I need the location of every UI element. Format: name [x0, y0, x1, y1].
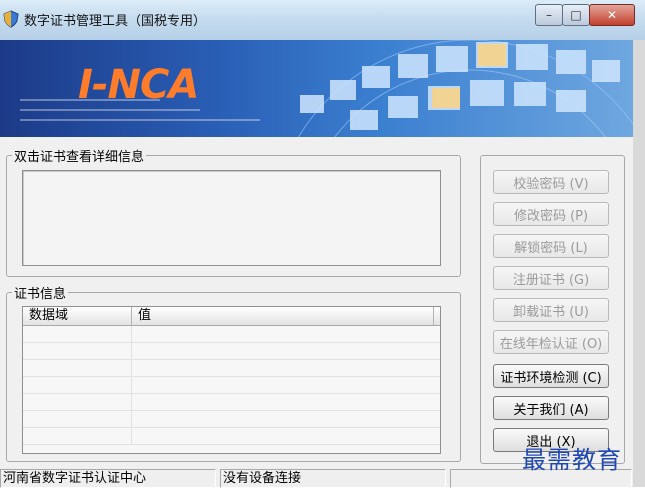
table-cell — [23, 394, 132, 410]
env-check-button[interactable]: 证书环境检测 (C) — [493, 364, 609, 388]
cert-info-table[interactable]: 数据域 值 — [22, 306, 441, 454]
vertical-scrollbar[interactable] — [633, 40, 645, 487]
register-cert-button[interactable]: 注册证书 (G) — [493, 266, 609, 290]
column-header-value[interactable]: 值 — [132, 307, 434, 325]
shield-icon — [3, 10, 19, 28]
status-device: 没有设备连接 — [220, 469, 446, 488]
online-annual-check-button[interactable]: 在线年检认证 (O) — [493, 330, 609, 354]
header-banner: I-NCA — [0, 40, 633, 137]
title-bar[interactable]: 数字证书管理工具（国税专用） – □ ✕ — [0, 0, 645, 40]
window-controls: – □ ✕ — [535, 4, 635, 26]
watermark-text: 最需教育 — [522, 446, 622, 474]
unlock-password-button[interactable]: 解锁密码 (L) — [493, 234, 609, 258]
table-cell — [23, 411, 132, 427]
close-button[interactable]: ✕ — [589, 4, 635, 26]
inca-logo: I-NCA — [78, 62, 199, 108]
uninstall-cert-button[interactable]: 卸载证书 (U) — [493, 298, 609, 322]
table-row[interactable] — [23, 428, 440, 445]
change-password-button[interactable]: 修改密码 (P) — [493, 202, 609, 226]
table-header: 数据域 值 — [23, 307, 440, 326]
table-row[interactable] — [23, 343, 440, 360]
table-row[interactable] — [23, 326, 440, 343]
table-row[interactable] — [23, 360, 440, 377]
about-button[interactable]: 关于我们 (A) — [493, 396, 609, 420]
table-row[interactable] — [23, 411, 440, 428]
table-cell — [23, 326, 132, 342]
certificate-list[interactable] — [22, 170, 441, 266]
table-row[interactable] — [23, 394, 440, 411]
detail-group-label: 双击证书查看详细信息 — [12, 146, 147, 165]
cert-info-group-label: 证书信息 — [12, 283, 69, 302]
column-header-field[interactable]: 数据域 — [23, 307, 132, 325]
verify-password-button[interactable]: 校验密码 (V) — [493, 170, 609, 194]
minimize-button[interactable]: – — [535, 4, 563, 26]
table-cell — [23, 377, 132, 393]
table-cell — [23, 428, 132, 444]
table-cell — [23, 343, 132, 359]
maximize-button[interactable]: □ — [562, 4, 590, 26]
table-row[interactable] — [23, 377, 440, 394]
table-cell — [23, 360, 132, 376]
table-body — [23, 326, 440, 445]
status-org: 河南省数字证书认证中心 — [0, 469, 216, 488]
main-window: 数字证书管理工具（国税专用） – □ ✕ I-NCA 双击证书查看详细信息 证书… — [0, 0, 645, 488]
window-title: 数字证书管理工具（国税专用） — [24, 14, 207, 29]
